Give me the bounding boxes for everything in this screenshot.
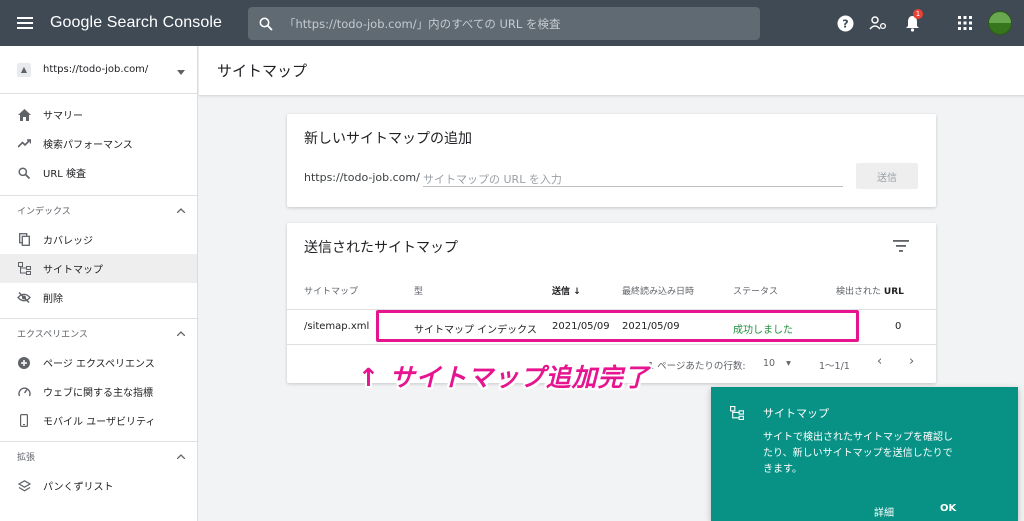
sidebar-item-label: サマリー	[43, 111, 83, 122]
cell-sitemap: /sitemap.xml	[304, 321, 370, 332]
card-title: 送信されたサイトマップ	[304, 240, 458, 256]
column-header[interactable]: 最終読み込み日時	[622, 284, 694, 297]
trending-up-icon	[17, 137, 31, 151]
layers-icon	[17, 479, 31, 493]
add-sitemap-card: 新しいサイトマップの追加 https://todo-job.com/ サイトマッ…	[287, 114, 936, 207]
column-header[interactable]: ステータス	[733, 284, 778, 297]
home-icon	[17, 108, 31, 122]
chevron-right-icon[interactable]: ›	[909, 354, 914, 369]
sidebar-item-label: カバレッジ	[43, 236, 93, 247]
column-header[interactable]: サイトマップ	[304, 284, 358, 297]
details-button[interactable]: 詳細	[874, 504, 894, 519]
nav-group-experience: エクスペリエンス ページ エクスペリエンス ウェブに関する主な指標 モバイル ユ…	[0, 318, 197, 435]
filter-icon[interactable]	[893, 240, 909, 252]
rows-per-page-select[interactable]: 10 ▾	[763, 358, 791, 369]
property-favicon-icon: ▲	[17, 62, 31, 77]
cell-urls: 0	[895, 321, 902, 332]
caret-down-icon	[177, 60, 185, 79]
sidebar-item-summary[interactable]: サマリー	[0, 100, 197, 129]
url-inspection-search[interactable]: 「https://todo-job.com/」内のすべての URL を検査	[248, 7, 760, 40]
arrow-down-icon: ↓	[573, 287, 581, 297]
notifications-icon[interactable]: 1	[902, 9, 923, 33]
sidebar-item-page-experience[interactable]: ページ エクスペリエンス	[0, 348, 197, 377]
eye-off-icon	[17, 291, 31, 305]
sidebar-item-sitemaps[interactable]: サイトマップ	[0, 254, 197, 283]
sidebar-item-coverage[interactable]: カバレッジ	[0, 225, 197, 254]
url-prefix: https://todo-job.com/	[304, 171, 420, 184]
column-header-sorted[interactable]: 送信 ↓	[552, 284, 581, 297]
sidebar-item-mobile-usability[interactable]: モバイル ユーザビリティ	[0, 406, 197, 435]
rows-per-page-label: 1 ページあたりの行数:	[648, 361, 746, 372]
phone-icon	[17, 414, 31, 428]
column-header[interactable]: 検出された URL	[836, 284, 904, 297]
submit-button[interactable]: 送信	[856, 163, 918, 189]
add-circle-icon	[17, 356, 31, 370]
sidebar-item-breadcrumbs[interactable]: パンくずリスト	[0, 471, 197, 500]
app-logo[interactable]: Google Search Console	[50, 14, 222, 32]
chevron-up-icon	[177, 331, 185, 336]
chevron-up-icon	[177, 454, 185, 459]
sidebar: ▲ https://todo-job.com/ サマリー 検索パフォーマンス U…	[0, 46, 198, 521]
apps-grid-icon[interactable]	[955, 13, 975, 33]
property-selector[interactable]: ▲ https://todo-job.com/	[0, 46, 197, 94]
sidebar-item-core-web-vitals[interactable]: ウェブに関する主な指標	[0, 377, 197, 406]
column-header-label: 検出された	[836, 287, 882, 297]
column-header[interactable]: 型	[414, 284, 423, 297]
manage-users-icon[interactable]	[868, 13, 888, 33]
group-header[interactable]: 拡張	[0, 442, 197, 471]
card-title: 新しいサイトマップの追加	[304, 131, 472, 147]
sidebar-item-label: 削除	[43, 294, 63, 305]
group-header[interactable]: エクスペリエンス	[0, 319, 197, 348]
copy-icon	[17, 233, 31, 247]
caret-down-icon: ▾	[786, 358, 791, 369]
chevron-left-icon[interactable]: ‹	[877, 354, 882, 369]
nav-group-index: インデックス カバレッジ サイトマップ 削除	[0, 195, 197, 312]
account-avatar[interactable]	[988, 11, 1012, 35]
popup-body: サイトで検出されたサイトマップを確認したり、新しいサイトマップを送信したりできま…	[763, 432, 953, 475]
sidebar-item-label: パンくずリスト	[43, 482, 114, 493]
rows-per-page-value: 10	[763, 358, 776, 369]
notification-badge: 1	[913, 9, 923, 19]
group-header-label: 拡張	[17, 453, 36, 463]
sidebar-item-label: サイトマップ	[43, 265, 103, 276]
chevron-up-icon	[177, 208, 185, 213]
column-header-label: 送信	[552, 287, 571, 297]
sitemap-url-input[interactable]: サイトマップの URL を入力	[423, 165, 843, 187]
sidebar-item-label: URL 検査	[43, 169, 87, 180]
ok-button[interactable]: OK	[940, 503, 956, 514]
property-url: https://todo-job.com/	[43, 64, 149, 75]
speed-icon	[17, 385, 31, 399]
sitemap-icon	[17, 262, 31, 276]
sidebar-item-label: ウェブに関する主な指標	[43, 388, 153, 399]
search-icon	[17, 166, 31, 180]
sidebar-item-removals[interactable]: 削除	[0, 283, 197, 312]
divider	[287, 344, 936, 345]
group-header[interactable]: インデックス	[0, 196, 197, 225]
top-app-bar: Google Search Console 「https://todo-job.…	[0, 0, 1024, 46]
hamburger-menu-icon	[17, 17, 33, 29]
search-placeholder: 「https://todo-job.com/」内のすべての URL を検査	[284, 16, 561, 31]
annotation-text: ↑ サイトマップ追加完了	[358, 363, 650, 392]
sitemap-info-popup: サイトマップ サイトで検出されたサイトマップを確認したり、新しいサイトマップを送…	[711, 387, 1018, 521]
search-icon	[248, 17, 284, 31]
sidebar-item-label: ページ エクスペリエンス	[43, 359, 155, 370]
page-header: サイトマップ	[199, 46, 1024, 96]
svg-text:?: ?	[842, 17, 848, 30]
sidebar-item-label: モバイル ユーザビリティ	[43, 417, 156, 428]
column-header-label: URL	[883, 287, 904, 297]
sitemap-icon	[730, 405, 744, 424]
page-title: サイトマップ	[217, 62, 308, 80]
sidebar-item-performance[interactable]: 検索パフォーマンス	[0, 129, 197, 158]
group-header-label: インデックス	[17, 207, 71, 217]
sidebar-item-url-inspection[interactable]: URL 検査	[0, 158, 197, 187]
menu-button[interactable]	[0, 0, 50, 46]
sidebar-item-label: 検索パフォーマンス	[43, 140, 133, 151]
popup-title: サイトマップ	[763, 407, 829, 420]
group-header-label: エクスペリエンス	[17, 330, 88, 340]
nav-group-enhancements: 拡張 パンくずリスト	[0, 441, 197, 500]
highlight-box	[376, 310, 859, 342]
help-icon[interactable]: ?	[835, 13, 855, 33]
page-range: 1〜1/1	[819, 361, 850, 372]
